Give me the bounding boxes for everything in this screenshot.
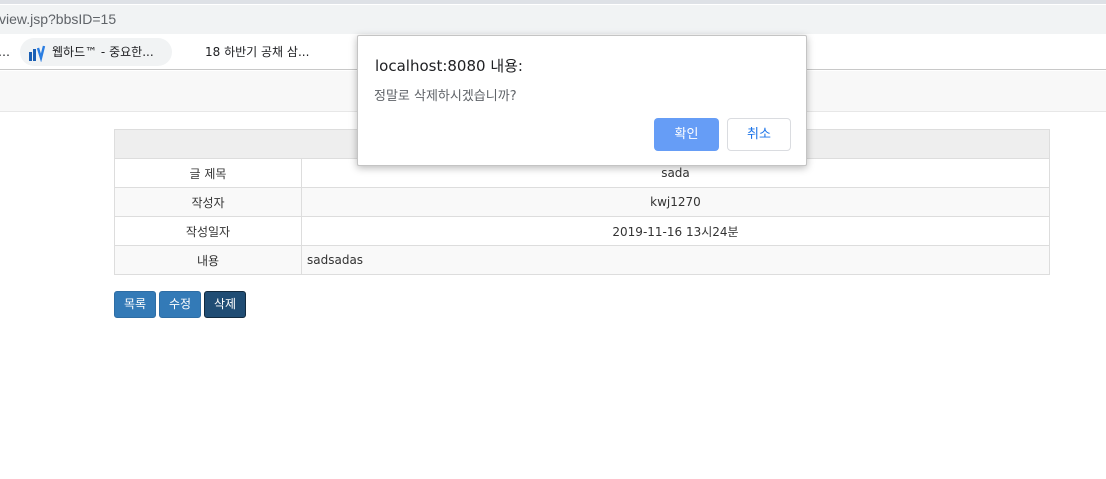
- list-button[interactable]: 목록: [114, 291, 156, 318]
- bookmark-webhard[interactable]: 웹하드™ - 중요한...: [20, 38, 172, 66]
- row-label: 내용: [114, 245, 302, 275]
- url-text[interactable]: view.jsp?bbsID=15: [0, 11, 116, 27]
- row-value: 2019-11-16 13시24분: [301, 216, 1050, 246]
- table-row: 내용 sadsadas: [114, 245, 1050, 275]
- table-row: 작성일자 2019-11-16 13시24분: [114, 216, 1050, 246]
- row-label: 작성일자: [114, 216, 302, 246]
- bookmark-recruit[interactable]: 18 하반기 공채 삼...: [205, 38, 309, 66]
- confirm-dialog: localhost:8080 내용: 정말로 삭제하시겠습니까? 확인 취소: [357, 35, 807, 166]
- row-value: sadsadas: [301, 245, 1050, 275]
- webhard-icon: [29, 45, 46, 62]
- edit-button[interactable]: 수정: [159, 291, 201, 318]
- dialog-ok-button[interactable]: 확인: [654, 118, 719, 151]
- row-label: 글 제목: [114, 158, 302, 188]
- browser-top-strip: [0, 0, 1106, 4]
- address-bar[interactable]: view.jsp?bbsID=15: [0, 5, 1106, 34]
- delete-button[interactable]: 삭제: [204, 291, 246, 318]
- dialog-title: localhost:8080 내용:: [375, 57, 523, 75]
- dialog-message: 정말로 삭제하시겠습니까?: [374, 89, 517, 104]
- row-value: kwj1270: [301, 187, 1050, 217]
- bookmark-overflow[interactable]: …: [0, 38, 10, 66]
- bookmark-webhard-label: 웹하드™ - 중요한...: [52, 45, 154, 59]
- row-label: 작성자: [114, 187, 302, 217]
- table-row: 작성자 kwj1270: [114, 187, 1050, 217]
- dialog-cancel-button[interactable]: 취소: [727, 118, 791, 151]
